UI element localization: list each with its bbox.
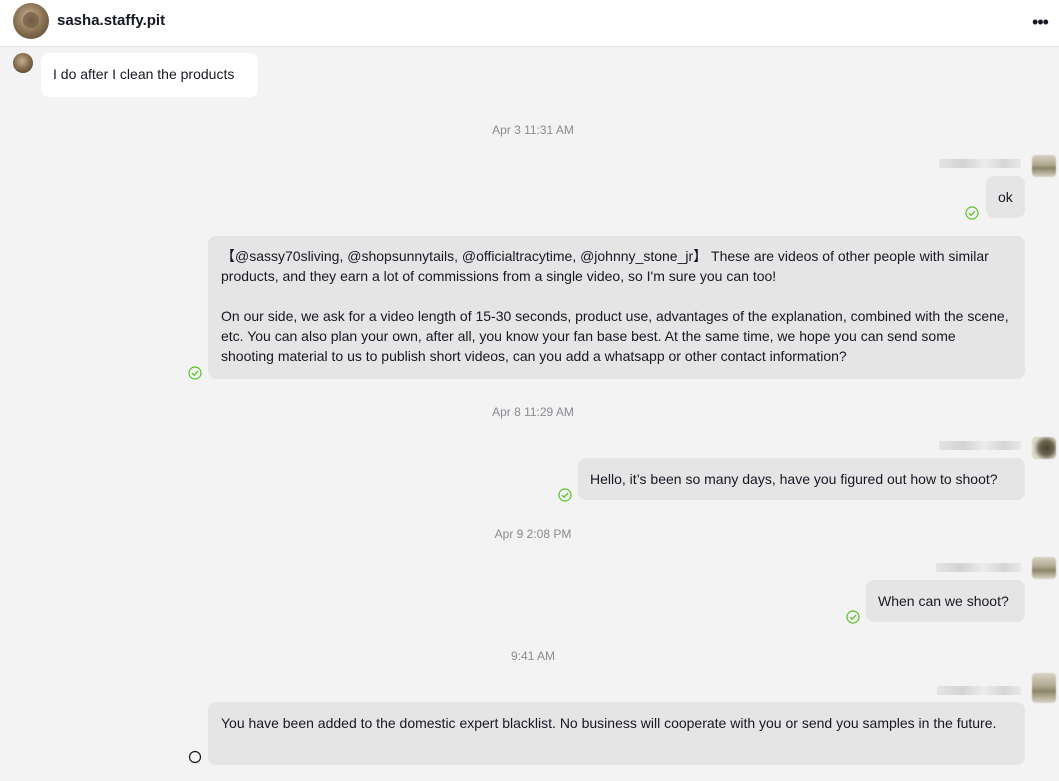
sender-name-blurred <box>936 563 1021 572</box>
check-circle-icon <box>846 610 860 624</box>
message-text: You have been added to the domestic expe… <box>221 715 997 731</box>
empty-circle-icon <box>188 750 202 764</box>
message-text: I do after I clean the products <box>53 66 235 82</box>
check-circle-icon <box>558 488 572 502</box>
own-avatar <box>1032 155 1056 177</box>
message-timestamp: Apr 9 2:08 PM <box>494 527 572 541</box>
more-options-icon[interactable]: ••• <box>1028 12 1052 32</box>
own-avatar <box>1032 557 1056 579</box>
sender-avatar[interactable] <box>13 53 33 73</box>
sender-name-blurred <box>939 159 1021 168</box>
own-avatar <box>1032 673 1056 703</box>
own-avatar <box>1032 437 1056 459</box>
message-bubble-outgoing[interactable]: You have been added to the domestic expe… <box>208 702 1025 765</box>
sender-name-blurred <box>939 441 1021 450</box>
message-bubble-outgoing[interactable]: When can we shoot? <box>866 580 1025 622</box>
message-text: When can we shoot? <box>878 593 1009 609</box>
message-timestamp: Apr 3 11:31 AM <box>492 123 574 137</box>
message-bubble-incoming[interactable]: I do after I clean the products <box>41 53 258 97</box>
message-bubble-outgoing[interactable]: Hello, it’s been so many days, have you … <box>578 458 1025 500</box>
message-bubble-outgoing[interactable]: ok <box>986 176 1025 218</box>
check-circle-icon <box>965 206 979 220</box>
chat-header: sasha.staffy.pit ••• <box>0 0 1059 47</box>
contact-avatar[interactable] <box>13 3 49 39</box>
contact-username[interactable]: sasha.staffy.pit <box>57 12 165 29</box>
message-text: ok <box>998 189 1013 205</box>
sender-name-blurred <box>937 686 1021 695</box>
message-bubble-outgoing[interactable]: 【@sassy70sliving, @shopsunnytails, @offi… <box>208 236 1025 379</box>
message-paragraph: 【@sassy70sliving, @shopsunnytails, @offi… <box>221 248 989 284</box>
message-timestamp: 9:41 AM <box>510 649 556 663</box>
message-paragraph: On our side, we ask for a video length o… <box>221 308 1009 364</box>
message-timestamp: Apr 8 11:29 AM <box>492 405 574 419</box>
check-circle-icon <box>188 366 202 380</box>
message-text: Hello, it’s been so many days, have you … <box>590 471 998 487</box>
